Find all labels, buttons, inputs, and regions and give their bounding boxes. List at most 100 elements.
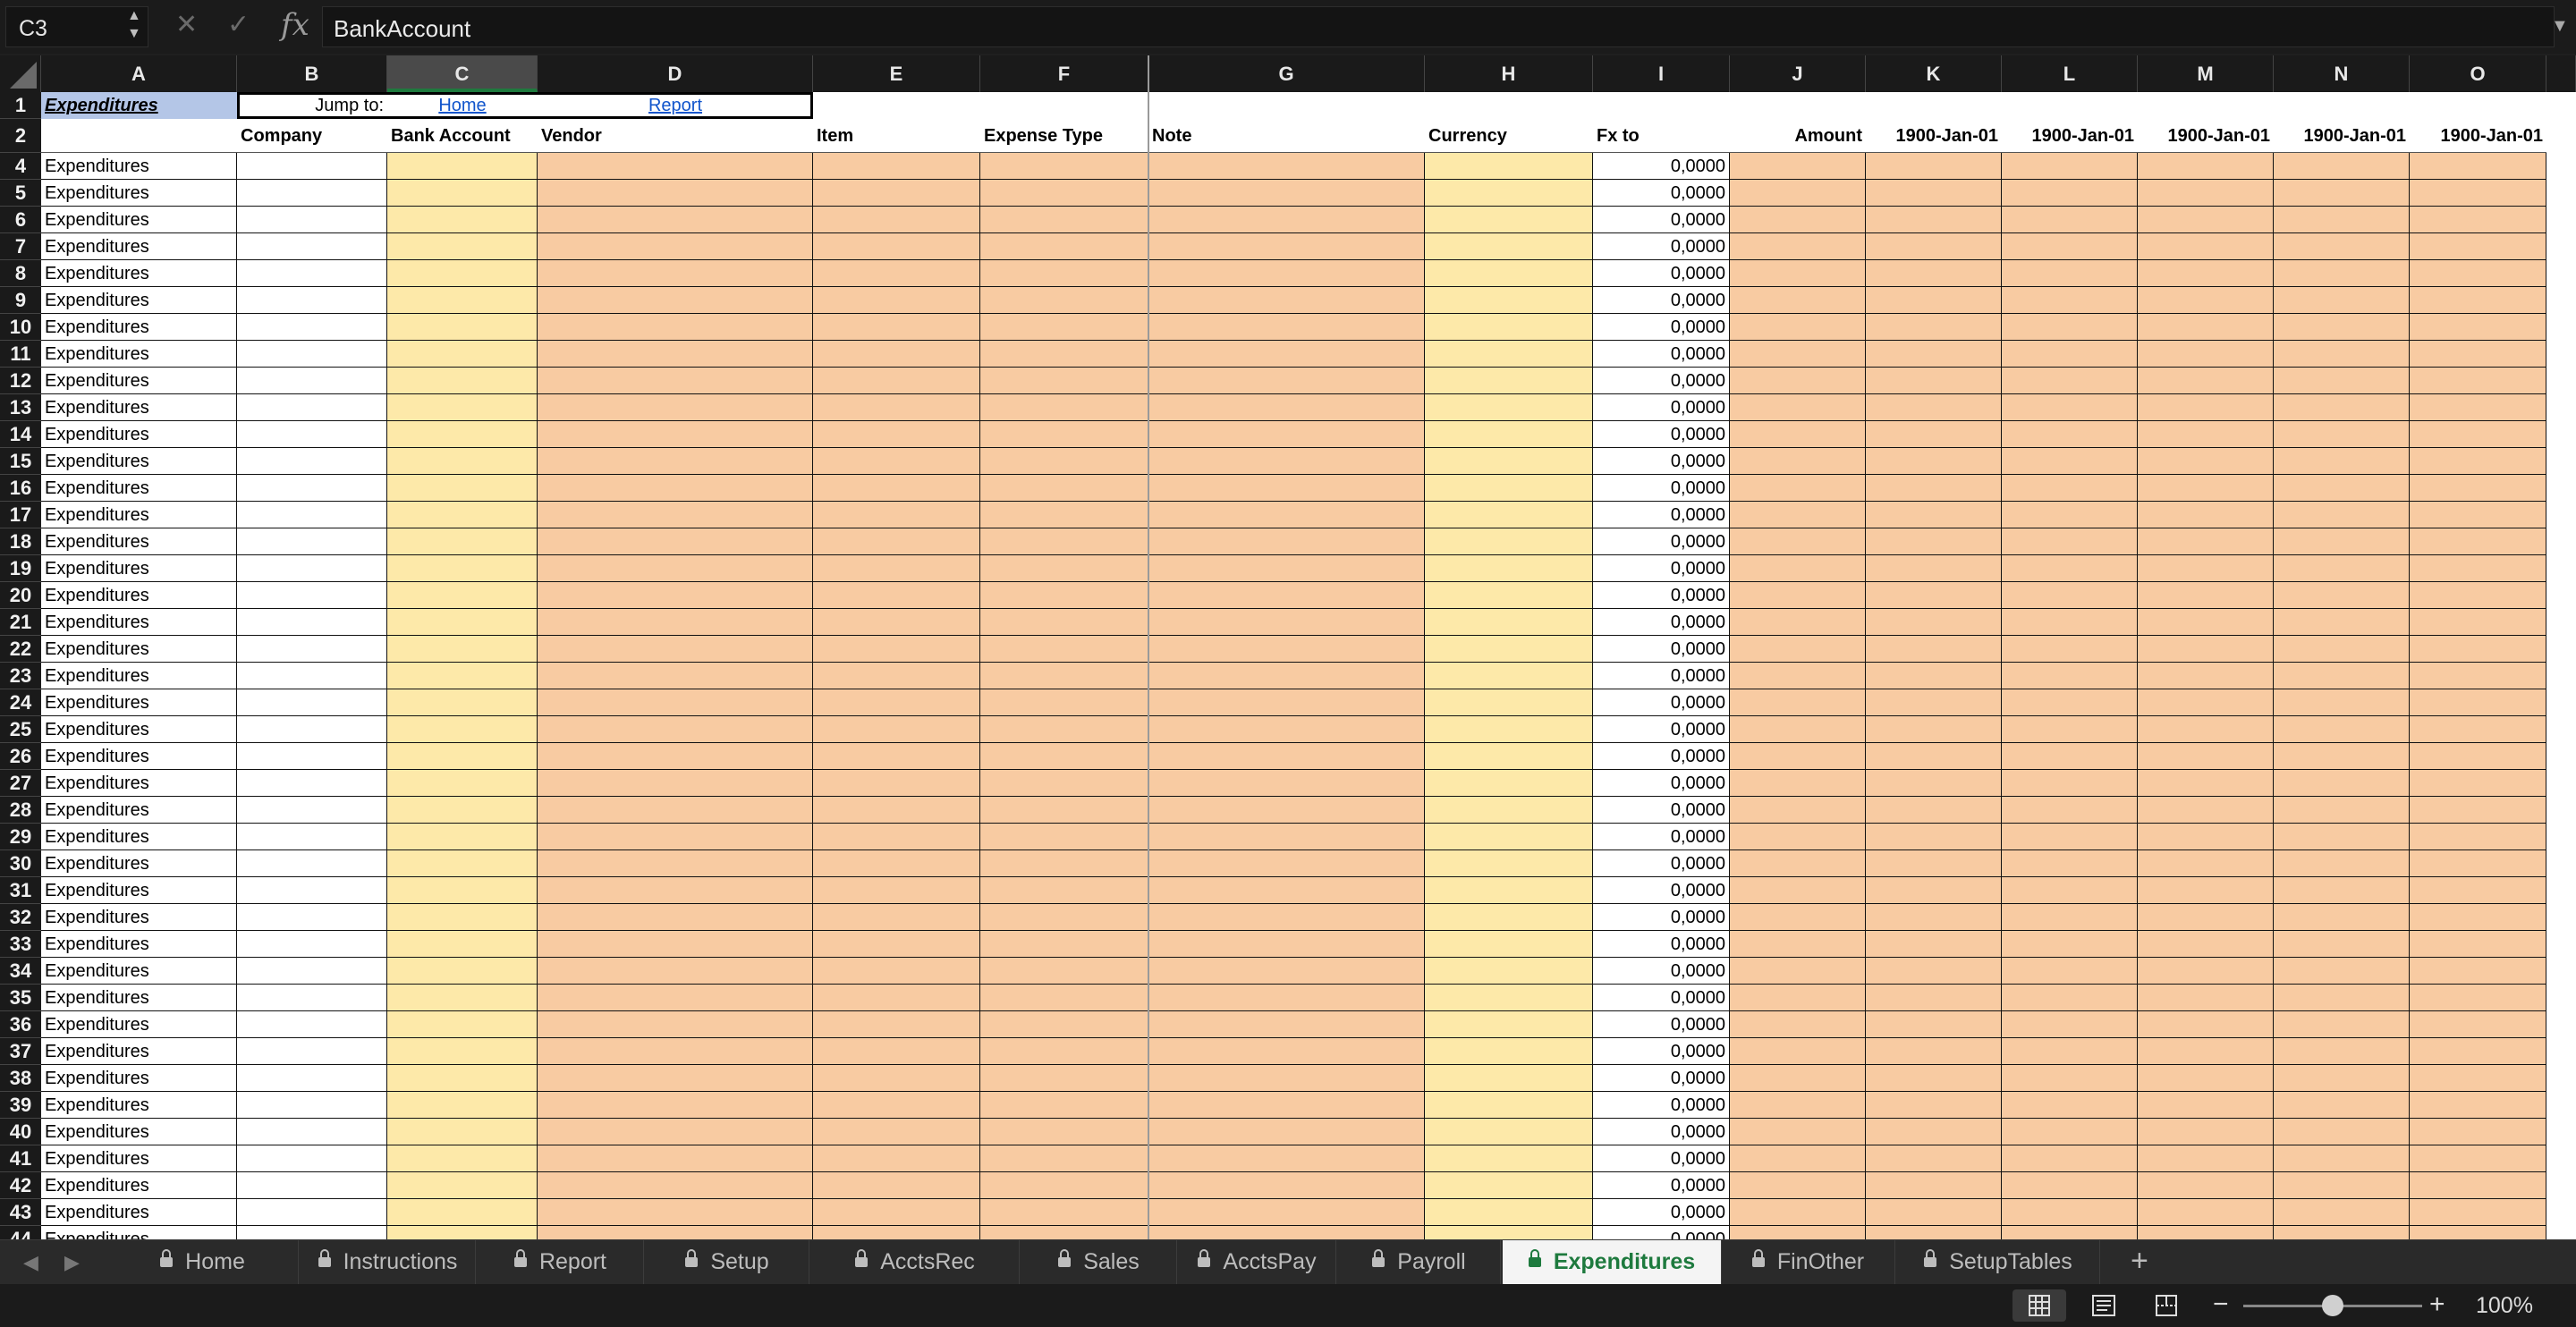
cell-k29[interactable] [1866, 824, 2002, 850]
row-header-9[interactable]: 9 [0, 287, 41, 314]
row-header-12[interactable]: 12 [0, 368, 41, 394]
zoom-out-button[interactable]: − [2213, 1289, 2229, 1320]
cell-g6[interactable] [1148, 207, 1425, 233]
cell-a43[interactable]: Expenditures [41, 1199, 237, 1226]
cell-c41[interactable] [387, 1145, 538, 1172]
cell-a5[interactable]: Expenditures [41, 180, 237, 207]
cell-g40[interactable] [1148, 1119, 1425, 1145]
cell-e44[interactable] [813, 1226, 980, 1239]
cell-m25[interactable] [2138, 716, 2274, 743]
cell-j44[interactable] [1730, 1226, 1866, 1239]
cell-g37[interactable] [1148, 1038, 1425, 1065]
cell-h29[interactable] [1425, 824, 1593, 850]
cell-o5[interactable] [2410, 180, 2546, 207]
cell-h41[interactable] [1425, 1145, 1593, 1172]
cell-c38[interactable] [387, 1065, 538, 1092]
cell-o31[interactable] [2410, 877, 2546, 904]
cell-b21[interactable] [237, 609, 387, 636]
row-header-31[interactable]: 31 [0, 877, 41, 904]
cell-i19[interactable]: 0,0000 [1593, 555, 1730, 582]
cell-g42[interactable] [1148, 1172, 1425, 1199]
cell-o43[interactable] [2410, 1199, 2546, 1226]
cell-a22[interactable]: Expenditures [41, 636, 237, 663]
cell-e30[interactable] [813, 850, 980, 877]
cell-h8[interactable] [1425, 260, 1593, 287]
cell-n34[interactable] [2274, 958, 2410, 985]
row-header-33[interactable]: 33 [0, 931, 41, 958]
normal-view-button[interactable] [2012, 1289, 2066, 1322]
cell-f11[interactable] [980, 341, 1148, 368]
cell-b5[interactable] [237, 180, 387, 207]
cell-a38[interactable]: Expenditures [41, 1065, 237, 1092]
cell-o15[interactable] [2410, 448, 2546, 475]
cell-m9[interactable] [2138, 287, 2274, 314]
cell-e37[interactable] [813, 1038, 980, 1065]
sheet-tab-report[interactable]: Report [478, 1240, 644, 1284]
sheet-tab-expenditures[interactable]: Expenditures [1503, 1240, 1722, 1284]
sheet-tab-acctspay[interactable]: AcctsPay [1179, 1240, 1336, 1284]
cell-f41[interactable] [980, 1145, 1148, 1172]
cell-b20[interactable] [237, 582, 387, 609]
cell-h42[interactable] [1425, 1172, 1593, 1199]
cell-m23[interactable] [2138, 663, 2274, 689]
cell-e19[interactable] [813, 555, 980, 582]
cell-b39[interactable] [237, 1092, 387, 1119]
header-b[interactable]: Company [237, 119, 387, 153]
cell-l18[interactable] [2002, 528, 2138, 555]
row-header-44[interactable]: 44 [0, 1226, 41, 1239]
cell-e6[interactable] [813, 207, 980, 233]
cell-f10[interactable] [980, 314, 1148, 341]
column-header-d[interactable]: D [538, 55, 813, 92]
cell-l15[interactable] [2002, 448, 2138, 475]
cell-e16[interactable] [813, 475, 980, 502]
cell-a19[interactable]: Expenditures [41, 555, 237, 582]
cell-k25[interactable] [1866, 716, 2002, 743]
cell-m8[interactable] [2138, 260, 2274, 287]
row-header-4[interactable]: 4 [0, 153, 41, 180]
cell-a8[interactable]: Expenditures [41, 260, 237, 287]
cell-o36[interactable] [2410, 1011, 2546, 1038]
cell-j15[interactable] [1730, 448, 1866, 475]
cell-k38[interactable] [1866, 1065, 2002, 1092]
column-header-a[interactable]: A [41, 55, 237, 92]
cell-g15[interactable] [1148, 448, 1425, 475]
cell-g13[interactable] [1148, 394, 1425, 421]
cell-e14[interactable] [813, 421, 980, 448]
cell-i21[interactable]: 0,0000 [1593, 609, 1730, 636]
cell-a40[interactable]: Expenditures [41, 1119, 237, 1145]
cell-c18[interactable] [387, 528, 538, 555]
cell-g24[interactable] [1148, 689, 1425, 716]
cell-h16[interactable] [1425, 475, 1593, 502]
cell-n26[interactable] [2274, 743, 2410, 770]
cell-e42[interactable] [813, 1172, 980, 1199]
cell-l6[interactable] [2002, 207, 2138, 233]
cell-k19[interactable] [1866, 555, 2002, 582]
cell-n14[interactable] [2274, 421, 2410, 448]
row-header-32[interactable]: 32 [0, 904, 41, 931]
cell-g20[interactable] [1148, 582, 1425, 609]
cell-o18[interactable] [2410, 528, 2546, 555]
cell-n40[interactable] [2274, 1119, 2410, 1145]
cell-c34[interactable] [387, 958, 538, 985]
cell-b41[interactable] [237, 1145, 387, 1172]
cell-l13[interactable] [2002, 394, 2138, 421]
cell-i7[interactable]: 0,0000 [1593, 233, 1730, 260]
cell-j37[interactable] [1730, 1038, 1866, 1065]
cell-k39[interactable] [1866, 1092, 2002, 1119]
cell-l10[interactable] [2002, 314, 2138, 341]
cell-h15[interactable] [1425, 448, 1593, 475]
cell-n31[interactable] [2274, 877, 2410, 904]
formula-expand-icon[interactable]: ▼ [2551, 16, 2569, 37]
cell-m16[interactable] [2138, 475, 2274, 502]
cell-a9[interactable]: Expenditures [41, 287, 237, 314]
zoom-level[interactable]: 100% [2476, 1293, 2533, 1319]
cell-c35[interactable] [387, 985, 538, 1011]
cell-a29[interactable]: Expenditures [41, 824, 237, 850]
cell-n18[interactable] [2274, 528, 2410, 555]
cell-f42[interactable] [980, 1172, 1148, 1199]
cell-k7[interactable] [1866, 233, 2002, 260]
cell-e34[interactable] [813, 958, 980, 985]
checkmark-icon[interactable]: ✓ [227, 9, 250, 40]
cell-a28[interactable]: Expenditures [41, 797, 237, 824]
cell-c22[interactable] [387, 636, 538, 663]
